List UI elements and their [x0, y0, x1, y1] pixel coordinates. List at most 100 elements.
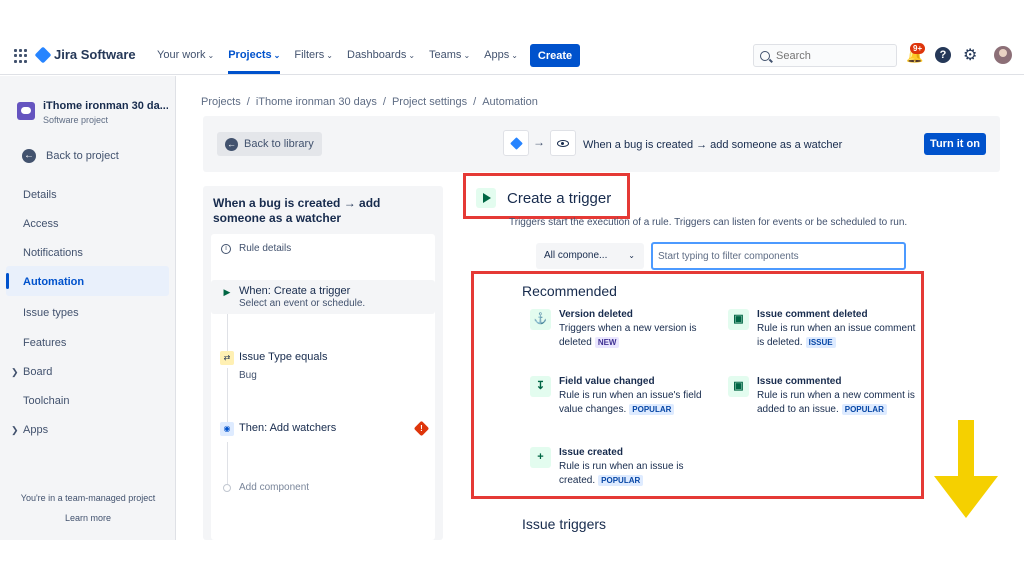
brand-name: Jira Software	[54, 47, 136, 62]
sidebar-item-access[interactable]: Access	[23, 218, 58, 230]
component-type-select[interactable]: All compone... ⌄	[536, 243, 644, 269]
back-to-library-button[interactable]: ← Back to library	[217, 132, 322, 156]
sidebar-item-board[interactable]: Board	[23, 366, 52, 378]
sidebar-item-toolchain[interactable]: Toolchain	[23, 395, 69, 407]
card-title: Field value changed	[559, 376, 655, 387]
sidebar-item-details[interactable]: Details	[23, 189, 57, 201]
issue-triggers-title: Issue triggers	[522, 516, 607, 532]
nav-apps[interactable]: Apps ⌄	[484, 49, 518, 61]
eye-icon: ◉	[220, 422, 234, 436]
popular-badge: POPULAR	[841, 404, 887, 415]
filter-components-input[interactable]	[651, 242, 906, 270]
card-description: Rule is run when an issue comment is del…	[757, 323, 916, 348]
new-badge: NEW	[594, 337, 620, 348]
play-icon	[476, 188, 496, 208]
ship-icon: ⚓	[530, 309, 551, 330]
step-subtitle: Select an event or schedule.	[239, 298, 366, 309]
card-title: Issue comment deleted	[757, 309, 868, 320]
nav-teams[interactable]: Teams ⌄	[429, 49, 470, 61]
recommended-title: Recommended	[522, 283, 617, 299]
jira-logo[interactable]: Jira Software	[34, 46, 136, 63]
user-avatar[interactable]	[994, 46, 1012, 64]
project-name[interactable]: iThome ironman 30 da...	[43, 100, 168, 112]
breadcrumb-separator: /	[473, 96, 477, 108]
rule-toolbar: ← Back to library → When a bug is create…	[203, 116, 1000, 172]
jira-diamond-icon	[510, 137, 523, 150]
action-type-box	[550, 130, 576, 156]
chevron-down-icon: ⌄	[207, 51, 215, 60]
component-type-value: All compone...	[544, 250, 608, 261]
card-description: Triggers when a new version is deleted NE…	[559, 323, 697, 348]
rule-heading: When a bug is created → add someone as a…	[213, 196, 381, 225]
breadcrumb-projects[interactable]: Projects	[201, 96, 241, 108]
turn-it-on-button[interactable]: Turn it on	[924, 133, 986, 155]
breadcrumb-automation[interactable]: Automation	[482, 96, 538, 108]
chevron-down-icon: ⌄	[326, 51, 333, 60]
card-description: Rule is run when an issue's field value …	[559, 390, 702, 415]
breadcrumb-separator: /	[246, 96, 250, 108]
card-description: Rule is run when an issue is created. POP…	[559, 461, 684, 486]
warning-icon: !	[413, 420, 430, 437]
team-managed-note: You're in a team-managed project	[20, 493, 156, 503]
search-input[interactable]	[776, 49, 886, 62]
breadcrumb-settings[interactable]: Project settings	[392, 96, 467, 108]
sidebar-item-features[interactable]: Features	[23, 337, 66, 349]
card-title: Issue commented	[757, 376, 842, 387]
arrow-left-icon: ←	[22, 149, 36, 163]
arrow-right-icon: →	[533, 135, 545, 149]
nav-your-work[interactable]: Your work ⌄	[157, 49, 214, 61]
sidebar-item-apps[interactable]: Apps	[23, 424, 48, 436]
rule-panel: When a bug is created → add someone as a…	[203, 186, 443, 540]
help-icon[interactable]: ?	[935, 47, 951, 63]
chevron-right-icon[interactable]: ❯	[11, 367, 19, 378]
chevron-down-icon: ⌄	[628, 251, 635, 260]
nav-projects[interactable]: Projects ⌄	[228, 49, 280, 61]
plus-icon: +	[530, 447, 551, 468]
step-when-trigger[interactable]: ▶ When: Create a trigger Select an event…	[211, 280, 435, 314]
trigger-description: Triggers start the execution of a rule. …	[509, 217, 908, 228]
sidebar-active-bar	[6, 273, 9, 289]
learn-more-link[interactable]: Learn more	[0, 513, 176, 523]
project-sidebar: iThome ironman 30 da... Software project…	[0, 76, 176, 540]
project-cloud-icon	[17, 102, 35, 120]
create-button[interactable]: Create	[530, 44, 580, 67]
back-to-project-label: Back to project	[46, 150, 119, 162]
step-subtitle: Bug	[239, 370, 257, 381]
chevron-down-icon: ⌄	[463, 51, 471, 60]
sidebar-item-issue-types[interactable]: Issue types	[23, 307, 79, 319]
breadcrumb-separator: /	[382, 96, 386, 108]
jira-logo-icon	[34, 46, 52, 63]
nav-dashboards[interactable]: Dashboards ⌄	[347, 49, 415, 61]
active-nav-indicator	[228, 71, 280, 74]
chevron-down-icon: ⌄	[511, 51, 518, 60]
project-type: Software project	[43, 115, 109, 125]
rule-steps-card: i Rule details ▶ When: Create a trigger …	[211, 234, 435, 540]
step-title: Issue Type equals	[239, 351, 328, 363]
rule-details-label: Rule details	[239, 243, 292, 254]
search-box[interactable]	[753, 44, 897, 67]
rule-details-link[interactable]: i Rule details	[221, 243, 291, 254]
step-title: Then: Add watchers	[239, 422, 337, 434]
app-switcher-icon[interactable]	[14, 49, 28, 63]
nav-filters[interactable]: Filters ⌄	[294, 49, 333, 61]
arrow-left-icon: ←	[225, 137, 238, 151]
top-navigation: Jira Software Your work ⌄ Projects ⌄ Filte…	[0, 38, 1024, 75]
card-description: Rule is run when a new comment is added …	[757, 390, 915, 415]
card-title: Version deleted	[559, 309, 633, 320]
popular-badge: POPULAR	[629, 404, 675, 415]
add-component-link[interactable]: Add component	[239, 482, 309, 493]
chevron-down-icon: ⌄	[273, 51, 281, 60]
back-to-library-label: Back to library	[244, 138, 314, 150]
sidebar-item-automation[interactable]: Automation	[23, 276, 84, 288]
breadcrumb: Projects / iThome ironman 30 days / Proj…	[201, 96, 538, 108]
field-change-icon: ↧	[530, 376, 551, 397]
chevron-down-icon: ⌄	[408, 51, 416, 60]
step-title: When: Create a trigger	[239, 285, 351, 297]
yellow-down-arrow-icon	[934, 420, 998, 518]
chevron-right-icon[interactable]: ❯	[11, 425, 19, 436]
back-to-project-link[interactable]: ← Back to project	[22, 149, 119, 163]
breadcrumb-project[interactable]: iThome ironman 30 days	[256, 96, 377, 108]
sidebar-item-notifications[interactable]: Notifications	[23, 247, 83, 259]
settings-gear-icon[interactable]: ⚙	[963, 45, 977, 65]
play-icon: ▶	[223, 287, 231, 297]
